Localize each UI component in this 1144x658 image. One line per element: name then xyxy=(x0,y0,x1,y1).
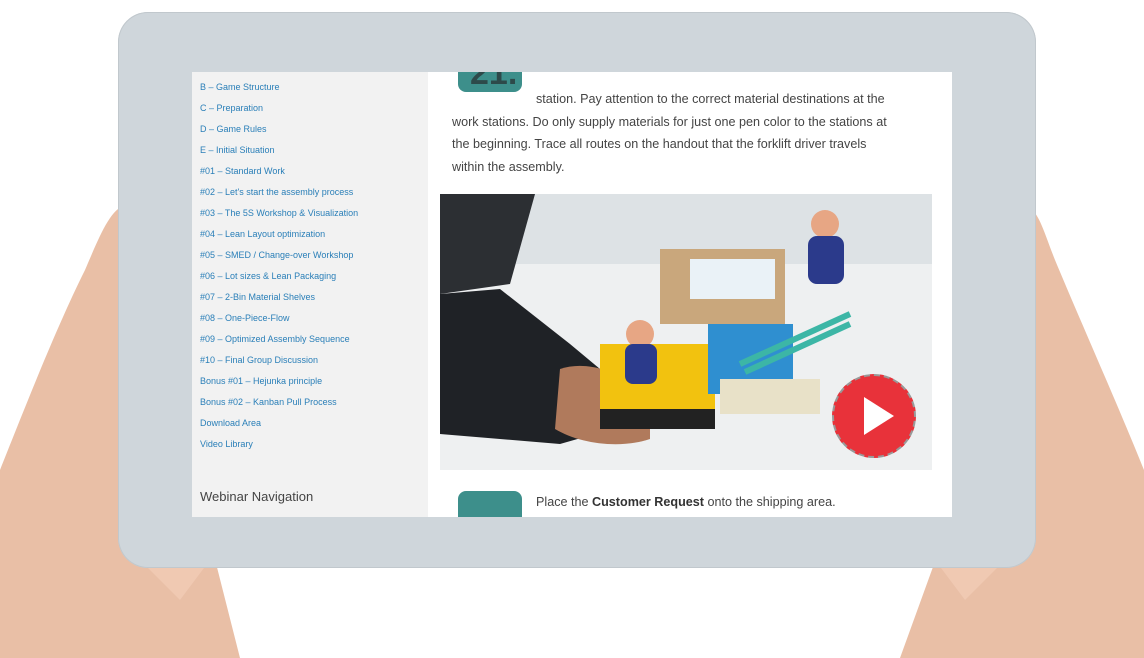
sidebar-item-lean-layout[interactable]: #04 – Lean Layout optimization xyxy=(200,224,358,245)
next-step-description: Place the Customer Request onto the ship… xyxy=(536,495,836,509)
next-step-suffix: onto the shipping area. xyxy=(707,495,836,509)
sidebar-nav-list: B – Game Structure C – Preparation D – G… xyxy=(200,77,358,455)
sidebar-item-download-area[interactable]: Download Area xyxy=(200,413,358,434)
sidebar-item-video-library[interactable]: Video Library xyxy=(200,434,358,455)
sidebar-item-5s-workshop[interactable]: #03 – The 5S Workshop & Visualization xyxy=(200,203,358,224)
tablet-frame: B – Game Structure C – Preparation D – G… xyxy=(118,12,1036,568)
step-description: station. Pay attention to the correct ma… xyxy=(452,88,922,178)
sidebar: B – Game Structure C – Preparation D – G… xyxy=(192,72,428,517)
webinar-navigation-heading: Webinar Navigation xyxy=(200,489,314,504)
play-button[interactable] xyxy=(832,374,916,458)
sidebar-item-assembly-process[interactable]: #02 – Let's start the assembly process xyxy=(200,182,358,203)
tablet-screen: B – Game Structure C – Preparation D – G… xyxy=(192,72,952,517)
sidebar-item-final-discussion[interactable]: #10 – Final Group Discussion xyxy=(200,350,358,371)
sidebar-item-one-piece-flow[interactable]: #08 – One-Piece-Flow xyxy=(200,308,358,329)
video-player[interactable] xyxy=(440,194,932,470)
next-step-bold: Customer Request xyxy=(592,495,704,509)
sidebar-item-game-rules[interactable]: D – Game Rules xyxy=(200,119,358,140)
sidebar-item-initial-situation[interactable]: E – Initial Situation xyxy=(200,140,358,161)
play-icon xyxy=(864,397,894,435)
sidebar-item-preparation[interactable]: C – Preparation xyxy=(200,98,358,119)
next-step-prefix: Place the xyxy=(536,495,589,509)
sidebar-item-game-structure[interactable]: B – Game Structure xyxy=(200,77,358,98)
step-line-3: the beginning. Trace all routes on the h… xyxy=(452,137,867,152)
step-line-2: work stations. Do only supply materials … xyxy=(452,114,887,129)
sidebar-item-smed[interactable]: #05 – SMED / Change-over Workshop xyxy=(200,245,358,266)
main-content: 21. station. Pay attention to the correc… xyxy=(428,72,952,517)
sidebar-item-bonus-kanban[interactable]: Bonus #02 – Kanban Pull Process xyxy=(200,392,358,413)
sidebar-item-lot-sizes[interactable]: #06 – Lot sizes & Lean Packaging xyxy=(200,266,358,287)
step-line-1: station. Pay attention to the correct ma… xyxy=(536,92,885,106)
sidebar-item-bonus-hejunka[interactable]: Bonus #01 – Hejunka principle xyxy=(200,371,358,392)
sidebar-item-standard-work[interactable]: #01 – Standard Work xyxy=(200,161,358,182)
step-line-4: within the assembly. xyxy=(452,159,565,174)
next-step-badge xyxy=(458,491,522,517)
sidebar-item-optimized-assembly[interactable]: #09 – Optimized Assembly Sequence xyxy=(200,329,358,350)
sidebar-item-2-bin[interactable]: #07 – 2-Bin Material Shelves xyxy=(200,287,358,308)
